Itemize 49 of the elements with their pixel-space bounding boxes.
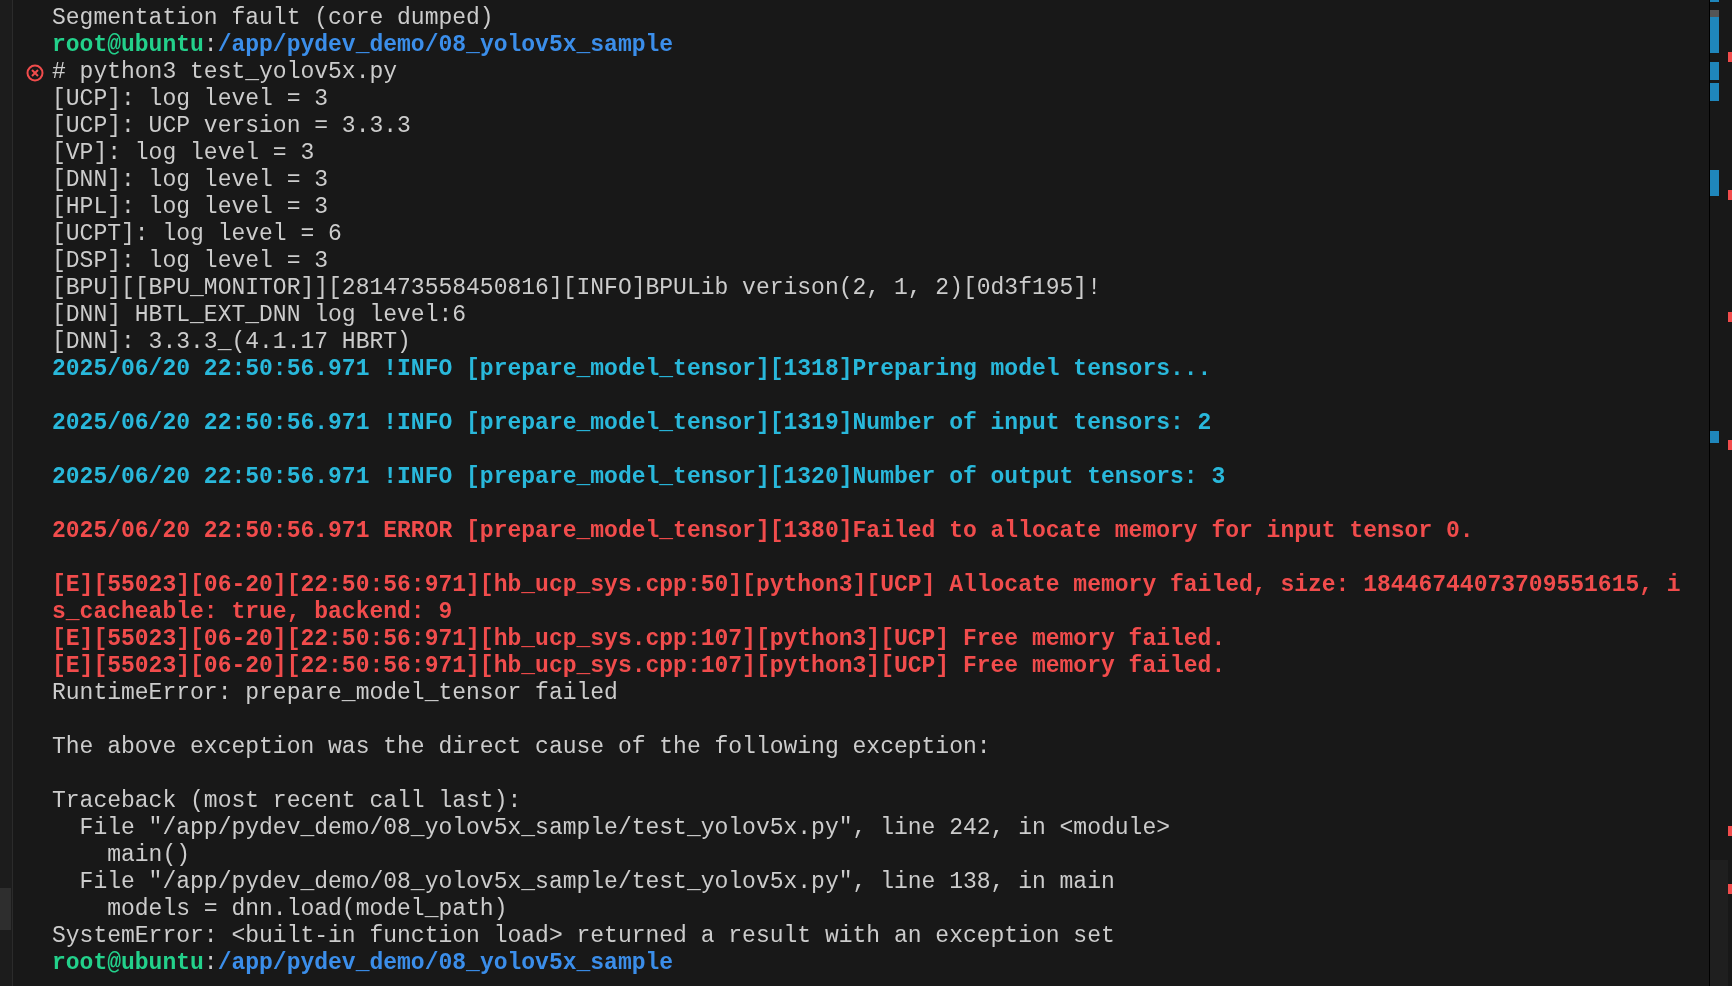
output-line: [VP]: log level = 3 [52,140,315,167]
output-line: models = dnn.load(model_path) [106,896,508,923]
prompt-user: root@ubuntu [52,32,204,59]
command-text: # python3 test_yolov5x.py [52,59,398,86]
output-line: File "/app/pydev_demo/08_yolov5x_sample/test_yolov5x.py", line 138, in main [78,869,1115,896]
output-line: [DNN]: log level = 3 [52,167,329,194]
prompt-user: root@ubuntu [52,950,204,977]
error-marker [1728,826,1732,836]
ruler-marker [1710,62,1719,80]
error-marker [1728,312,1732,322]
output-line: [UCP]: log level = 3 [52,86,329,113]
info-log-line: 2025/06/20 22:50:56.971 !INFO [prepare_model_tensor][1319]Number of input tensors: 2 [52,410,1212,437]
prompt-separator: : [203,950,218,977]
info-log-line: 2025/06/20 22:50:56.971 !INFO [prepare_model_tensor][1318]Preparing model tensors... [52,356,1212,383]
output-line: File "/app/pydev_demo/08_yolov5x_sample/test_yolov5x.py", line 242, in <module> [78,815,1170,842]
info-log-line: 2025/06/20 22:50:56.971 !INFO [prepare_model_tensor][1320]Number of output tensors: 3 [52,464,1226,491]
output-line: [UCP]: UCP version = 3.3.3 [52,113,411,140]
output-line: Traceback (most recent call last): [52,788,522,815]
prompt-path: /app/pydev_demo/08_yolov5x_sample [217,32,674,59]
error-marker [1728,52,1732,62]
error-log-line: [E][55023][06-20][22:50:56:971][hb_ucp_sys.cpp:107][python3][UCP] Free memory failed. [52,626,1226,653]
output-line: [UCPT]: log level = 6 [52,221,342,248]
output-line: Segmentation fault (core dumped) [52,5,494,32]
error-marker [1728,884,1732,894]
output-line: [DSP]: log level = 3 [52,248,329,275]
ruler-marker [1710,17,1719,53]
overview-ruler[interactable] [1709,0,1732,986]
ruler-marker [1710,83,1719,101]
scrollbar-thumb[interactable] [1710,10,1719,17]
prompt-path: /app/pydev_demo/08_yolov5x_sample [217,950,674,977]
error-log-line: [E][55023][06-20][22:50:56:971][hb_ucp_sys.cpp:107][python3][UCP] Free memory failed. [52,653,1226,680]
output-line: The above exception was the direct cause of the following exception: [52,734,991,761]
prompt-separator: : [203,32,218,59]
ruler-marker [1710,0,1719,2]
output-line: [DNN]: 3.3.3_(4.1.17 HBRT) [52,329,411,356]
output-line: [DNN] HBTL_EXT_DNN log level:6 [52,302,467,329]
output-line: RuntimeError: prepare_model_tensor failed [52,680,618,707]
output-line: SystemError: <built-in function load> returned a result with an exception set [52,923,1115,950]
output-line: [HPL]: log level = 3 [52,194,329,221]
error-circle-icon[interactable] [25,63,44,82]
error-log-line: 2025/06/20 22:50:56.971 ERROR [prepare_model_tensor][1380]Failed to allocate memory for input tensor 0. [52,518,1474,545]
error-log-line: s_cacheable: true, backend: 9 [52,599,453,626]
output-line: main() [106,842,191,869]
output-line: [BPU][[BPU_MONITOR]][281473558450816][INFO]BPULib verison(2, 1, 2)[0d3f195]! [52,275,1101,302]
error-marker [1728,190,1732,200]
ruler-marker [1710,431,1719,443]
error-marker [1728,440,1732,450]
error-log-line: [E][55023][06-20][22:50:56:971][hb_ucp_sys.cpp:50][python3][UCP] Allocate memory failed, size: 18446744073709551615, i [52,572,1681,599]
ruler-marker [1710,170,1719,196]
